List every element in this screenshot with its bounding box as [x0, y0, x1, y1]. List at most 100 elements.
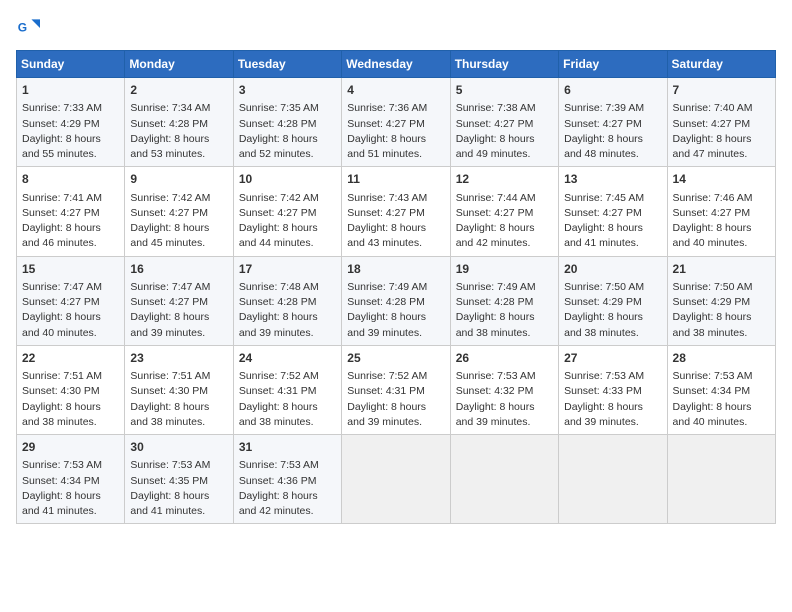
sunrise: Sunrise: 7:49 AM: [456, 281, 536, 293]
calendar-cell: 7Sunrise: 7:40 AMSunset: 4:27 PMDaylight…: [667, 78, 775, 167]
daylight: Daylight: 8 hours and 42 minutes.: [239, 490, 318, 517]
sunrise: Sunrise: 7:42 AM: [130, 192, 210, 204]
daylight: Daylight: 8 hours and 42 minutes.: [456, 222, 535, 249]
calendar-cell: 14Sunrise: 7:46 AMSunset: 4:27 PMDayligh…: [667, 167, 775, 256]
sunset: Sunset: 4:28 PM: [239, 118, 317, 130]
sunrise: Sunrise: 7:33 AM: [22, 102, 102, 114]
day-number: 6: [564, 82, 661, 99]
sunrise: Sunrise: 7:41 AM: [22, 192, 102, 204]
svg-text:G: G: [18, 20, 27, 34]
sunset: Sunset: 4:30 PM: [130, 385, 208, 397]
sunrise: Sunrise: 7:43 AM: [347, 192, 427, 204]
weekday-header-monday: Monday: [125, 51, 233, 78]
calendar-cell: 19Sunrise: 7:49 AMSunset: 4:28 PMDayligh…: [450, 256, 558, 345]
day-number: 2: [130, 82, 227, 99]
sunrise: Sunrise: 7:53 AM: [22, 459, 102, 471]
calendar-cell: 16Sunrise: 7:47 AMSunset: 4:27 PMDayligh…: [125, 256, 233, 345]
day-number: 23: [130, 350, 227, 367]
sunrise: Sunrise: 7:39 AM: [564, 102, 644, 114]
sunset: Sunset: 4:27 PM: [22, 296, 100, 308]
logo-icon: G: [16, 16, 40, 40]
daylight: Daylight: 8 hours and 45 minutes.: [130, 222, 209, 249]
sunset: Sunset: 4:32 PM: [456, 385, 534, 397]
calendar-cell: [342, 435, 450, 524]
sunset: Sunset: 4:27 PM: [564, 207, 642, 219]
calendar-cell: [667, 435, 775, 524]
day-number: 3: [239, 82, 336, 99]
calendar-cell: 5Sunrise: 7:38 AMSunset: 4:27 PMDaylight…: [450, 78, 558, 167]
calendar-cell: 9 Sunrise: 7:42 AM Sunset: 4:27 PM Daylight…: [125, 167, 233, 256]
sunset: Sunset: 4:27 PM: [673, 118, 751, 130]
calendar-cell: 17Sunrise: 7:48 AMSunset: 4:28 PMDayligh…: [233, 256, 341, 345]
calendar-cell: 8Sunrise: 7:41 AMSunset: 4:27 PMDaylight…: [17, 167, 125, 256]
daylight: Daylight: 8 hours and 39 minutes.: [347, 401, 426, 428]
daylight: Daylight: 8 hours and 38 minutes.: [673, 311, 752, 338]
calendar-cell: 26Sunrise: 7:53 AMSunset: 4:32 PMDayligh…: [450, 345, 558, 434]
calendar-cell: 4Sunrise: 7:36 AMSunset: 4:27 PMDaylight…: [342, 78, 450, 167]
calendar-cell: 18Sunrise: 7:49 AMSunset: 4:28 PMDayligh…: [342, 256, 450, 345]
sunset: Sunset: 4:27 PM: [130, 207, 208, 219]
sunset: Sunset: 4:27 PM: [347, 118, 425, 130]
sunrise: Sunrise: 7:53 AM: [456, 370, 536, 382]
day-number: 5: [456, 82, 553, 99]
week-row-2: 8 Sunrise: 7:41 AM Sunset: 4:27 PM Daylight…: [17, 167, 776, 256]
sunrise: Sunrise: 7:34 AM: [130, 102, 210, 114]
sunrise: Sunrise: 7:49 AM: [347, 281, 427, 293]
sunset: Sunset: 4:27 PM: [130, 296, 208, 308]
weekday-header-saturday: Saturday: [667, 51, 775, 78]
daylight: Daylight: 8 hours and 39 minutes.: [130, 311, 209, 338]
sunrise: Sunrise: 7:51 AM: [130, 370, 210, 382]
calendar-cell: 25Sunrise: 7:52 AMSunset: 4:31 PMDayligh…: [342, 345, 450, 434]
sunset: Sunset: 4:34 PM: [22, 475, 100, 487]
day-number: 30: [130, 439, 227, 456]
weekday-header-row: SundayMondayTuesdayWednesdayThursdayFrid…: [17, 51, 776, 78]
weekday-header-sunday: Sunday: [17, 51, 125, 78]
sunrise: Sunrise: 7:52 AM: [239, 370, 319, 382]
sunset: Sunset: 4:27 PM: [239, 207, 317, 219]
sunrise: Sunrise: 7:38 AM: [456, 102, 536, 114]
day-number: 20: [564, 261, 661, 278]
sunrise: Sunrise: 7:45 AM: [564, 192, 644, 204]
week-row-3: 15Sunrise: 7:47 AMSunset: 4:27 PMDayligh…: [17, 256, 776, 345]
calendar-cell: [450, 435, 558, 524]
sunrise: Sunrise: 7:53 AM: [673, 370, 753, 382]
day-number: 1: [22, 82, 119, 99]
daylight: Daylight: 8 hours and 53 minutes.: [130, 133, 209, 160]
calendar-cell: 24Sunrise: 7:52 AMSunset: 4:31 PMDayligh…: [233, 345, 341, 434]
sunrise: Sunrise: 7:50 AM: [564, 281, 644, 293]
day-number: 18: [347, 261, 444, 278]
daylight: Daylight: 8 hours and 38 minutes.: [22, 401, 101, 428]
day-number: 14: [673, 171, 770, 188]
logo: G: [16, 16, 44, 40]
calendar-cell: 28Sunrise: 7:53 AMSunset: 4:34 PMDayligh…: [667, 345, 775, 434]
daylight: Daylight: 8 hours and 38 minutes.: [564, 311, 643, 338]
sunrise: Sunrise: 7:53 AM: [239, 459, 319, 471]
sunset: Sunset: 4:31 PM: [347, 385, 425, 397]
sunset: Sunset: 4:36 PM: [239, 475, 317, 487]
day-number: 11: [347, 171, 444, 188]
sunrise: Sunrise: 7:40 AM: [673, 102, 753, 114]
sunrise: Sunrise: 7:53 AM: [130, 459, 210, 471]
sunset: Sunset: 4:34 PM: [673, 385, 751, 397]
calendar-cell: 12Sunrise: 7:44 AMSunset: 4:27 PMDayligh…: [450, 167, 558, 256]
day-number: 8: [22, 171, 119, 188]
daylight: Daylight: 8 hours and 52 minutes.: [239, 133, 318, 160]
daylight: Daylight: 8 hours and 46 minutes.: [22, 222, 101, 249]
daylight: Daylight: 8 hours and 38 minutes.: [239, 401, 318, 428]
daylight: Daylight: 8 hours and 39 minutes.: [347, 311, 426, 338]
day-number: 28: [673, 350, 770, 367]
sunrise: Sunrise: 7:53 AM: [564, 370, 644, 382]
daylight: Daylight: 8 hours and 49 minutes.: [456, 133, 535, 160]
sunrise: Sunrise: 7:46 AM: [673, 192, 753, 204]
calendar-cell: 1Sunrise: 7:33 AMSunset: 4:29 PMDaylight…: [17, 78, 125, 167]
week-row-4: 22Sunrise: 7:51 AMSunset: 4:30 PMDayligh…: [17, 345, 776, 434]
calendar-cell: 3Sunrise: 7:35 AMSunset: 4:28 PMDaylight…: [233, 78, 341, 167]
daylight: Daylight: 8 hours and 38 minutes.: [130, 401, 209, 428]
sunset: Sunset: 4:28 PM: [130, 118, 208, 130]
calendar-cell: 30Sunrise: 7:53 AMSunset: 4:35 PMDayligh…: [125, 435, 233, 524]
sunset: Sunset: 4:27 PM: [673, 207, 751, 219]
calendar-cell: 10Sunrise: 7:42 AMSunset: 4:27 PMDayligh…: [233, 167, 341, 256]
day-number: 9: [130, 171, 227, 188]
daylight: Daylight: 8 hours and 40 minutes.: [22, 311, 101, 338]
sunrise: Sunrise: 7:50 AM: [673, 281, 753, 293]
